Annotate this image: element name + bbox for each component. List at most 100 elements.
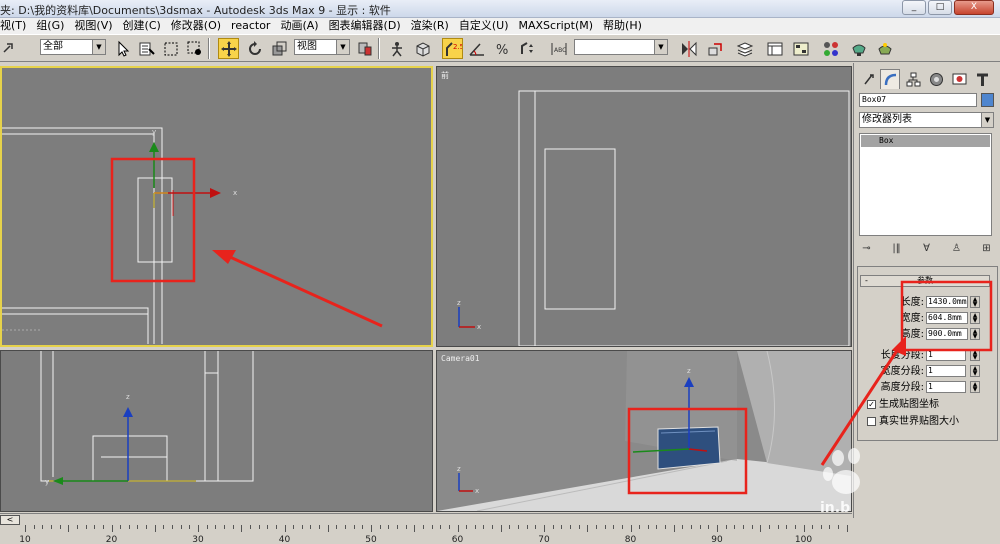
stack-item-box[interactable]: Box xyxy=(861,135,990,147)
modifier-stack[interactable]: Box xyxy=(859,133,992,236)
menu-create[interactable]: 创建(C) xyxy=(118,18,166,34)
axis-label-x: x xyxy=(233,189,237,197)
viewport-front[interactable]: 前 z x xyxy=(436,66,852,347)
menu-help[interactable]: 帮助(H) xyxy=(598,18,647,34)
length-spinner-icon[interactable]: ▲ ▼ xyxy=(970,296,980,308)
length-segs-field[interactable]: 1 xyxy=(926,349,966,361)
menu-views[interactable]: 视(T) xyxy=(0,18,31,34)
length-segs-label: 长度分段: xyxy=(880,350,924,361)
menu-animation[interactable]: 动画(A) xyxy=(275,18,323,34)
edit-named-selection-icon[interactable]: ABC xyxy=(548,38,569,59)
menu-maxscript[interactable]: MAXScript(M) xyxy=(514,18,599,34)
menu-group[interactable]: 组(G) xyxy=(31,18,69,34)
pin-stack-icon[interactable]: ⊸ xyxy=(859,241,874,256)
close-button[interactable]: X xyxy=(954,0,994,15)
rectangular-selection-icon[interactable] xyxy=(160,38,181,59)
snap-toggle-icon[interactable]: 2.5 xyxy=(442,38,463,59)
keyboard-shortcut-icon[interactable] xyxy=(412,38,433,59)
named-selection-dropdown[interactable]: ▼ xyxy=(574,39,668,55)
height-segs-spinner-icon[interactable]: ▲ ▼ xyxy=(970,381,980,393)
select-and-manipulate-icon[interactable] xyxy=(386,38,407,59)
select-by-name-icon[interactable] xyxy=(136,38,157,59)
width-spinner-icon[interactable]: ▲ ▼ xyxy=(970,312,980,324)
create-tab-icon[interactable] xyxy=(859,69,879,89)
ruler-tick xyxy=(838,525,840,529)
gen-mapping-coords-checkbox[interactable]: ✓ 生成贴图坐标 xyxy=(867,399,939,411)
reference-coordinate-dropdown[interactable]: 视图 ▼ xyxy=(294,39,350,55)
minimize-button[interactable]: _ xyxy=(902,0,926,15)
quick-render-icon[interactable] xyxy=(874,38,895,59)
ruler-tick xyxy=(526,525,528,529)
show-end-result-icon[interactable]: |‖ xyxy=(889,241,904,256)
curve-editor-icon[interactable] xyxy=(764,38,785,59)
menu-customize[interactable]: 自定义(U) xyxy=(454,18,514,34)
material-editor-icon[interactable] xyxy=(820,38,841,59)
track-bar[interactable]: 10 20 30 40 50 60 70 80 90 100 xyxy=(0,525,852,544)
render-scene-icon[interactable] xyxy=(848,38,869,59)
time-slider[interactable]: < xyxy=(0,513,852,525)
menu-modifiers[interactable]: 修改器(O) xyxy=(166,18,226,34)
ruler-tick xyxy=(699,525,701,529)
menu-reactor[interactable]: reactor xyxy=(226,18,275,34)
remove-modifier-icon[interactable]: ♙ xyxy=(949,241,964,256)
viewport-left[interactable]: z y xyxy=(0,350,433,512)
pivot-center-icon[interactable] xyxy=(354,38,375,59)
hierarchy-tab-icon[interactable] xyxy=(903,69,923,89)
motion-tab-icon[interactable] xyxy=(926,69,946,89)
ruler-tick xyxy=(846,525,848,532)
schematic-view-icon[interactable] xyxy=(790,38,811,59)
length-segs-spinner-icon[interactable]: ▲ ▼ xyxy=(970,349,980,361)
viewport-label: Camera01 xyxy=(441,354,480,363)
utilities-tab-icon[interactable] xyxy=(972,69,992,89)
parameters-rollout-header[interactable]: - 参数 xyxy=(860,275,990,287)
modify-tab-icon[interactable] xyxy=(880,69,900,89)
ruler-tick xyxy=(232,525,234,529)
length-label: 长度: xyxy=(900,297,924,308)
menu-rendering[interactable]: 渲染(R) xyxy=(406,18,454,34)
ruler-number: 70 xyxy=(538,535,550,544)
move-icon[interactable] xyxy=(218,38,239,59)
menu-bar: 视(T) 组(G) 视图(V) 创建(C) 修改器(O) reactor 动画(… xyxy=(0,18,1000,34)
selection-filter-dropdown[interactable]: 全部 ▼ xyxy=(40,39,106,55)
align-icon[interactable] xyxy=(704,38,725,59)
scale-icon[interactable] xyxy=(268,38,289,59)
ruler-tick xyxy=(595,525,597,529)
height-segs-label: 高度分段: xyxy=(880,382,924,393)
height-field[interactable]: 900.0mm xyxy=(926,328,968,340)
percent-snap-icon[interactable]: % xyxy=(492,38,513,59)
length-field[interactable]: 1430.0mm xyxy=(926,296,968,308)
width-segs-field[interactable]: 1 xyxy=(926,365,966,377)
svg-text:%: % xyxy=(496,43,508,58)
menu-graph-editors[interactable]: 图表编辑器(D) xyxy=(324,18,406,34)
ruler-tick xyxy=(466,525,468,529)
mirror-icon[interactable] xyxy=(678,38,699,59)
height-segs-field[interactable]: 1 xyxy=(926,381,966,393)
make-unique-icon[interactable]: ∀ xyxy=(919,241,934,256)
layer-manager-icon[interactable] xyxy=(734,38,755,59)
window-crossing-icon[interactable] xyxy=(184,38,205,59)
window-controls: _ □ X xyxy=(902,0,994,16)
viewport-top[interactable]: y x xyxy=(0,66,433,347)
object-name-field[interactable]: Box07 xyxy=(859,93,977,107)
viewport-camera[interactable]: z z x Camera01 xyxy=(436,350,852,512)
real-world-map-size-checkbox[interactable]: 真实世界贴图大小 xyxy=(867,416,959,428)
time-slider-thumb[interactable]: < xyxy=(0,515,20,525)
spinner-snap-icon[interactable] xyxy=(516,38,537,59)
menu-view[interactable]: 视图(V) xyxy=(69,18,117,34)
height-spinner-icon[interactable]: ▲ ▼ xyxy=(970,328,980,340)
link-icon[interactable] xyxy=(0,38,21,59)
ruler-number: 10 xyxy=(19,535,31,544)
angle-snap-icon[interactable] xyxy=(466,38,487,59)
ruler-tick xyxy=(760,525,762,532)
width-field[interactable]: 604.8mm xyxy=(926,312,968,324)
modifier-list-dropdown[interactable]: 修改器列表 ▼ xyxy=(859,112,994,128)
display-tab-icon[interactable] xyxy=(949,69,969,89)
object-color-swatch[interactable] xyxy=(981,93,994,107)
select-object-icon[interactable] xyxy=(112,38,133,59)
rotate-icon[interactable] xyxy=(244,38,265,59)
ruler-number: 60 xyxy=(451,535,464,544)
configure-modifier-sets-icon[interactable]: ⊞ xyxy=(979,241,994,256)
maximize-button[interactable]: □ xyxy=(928,0,952,15)
width-segs-spinner-icon[interactable]: ▲ ▼ xyxy=(970,365,980,377)
ruler-tick xyxy=(717,525,718,532)
